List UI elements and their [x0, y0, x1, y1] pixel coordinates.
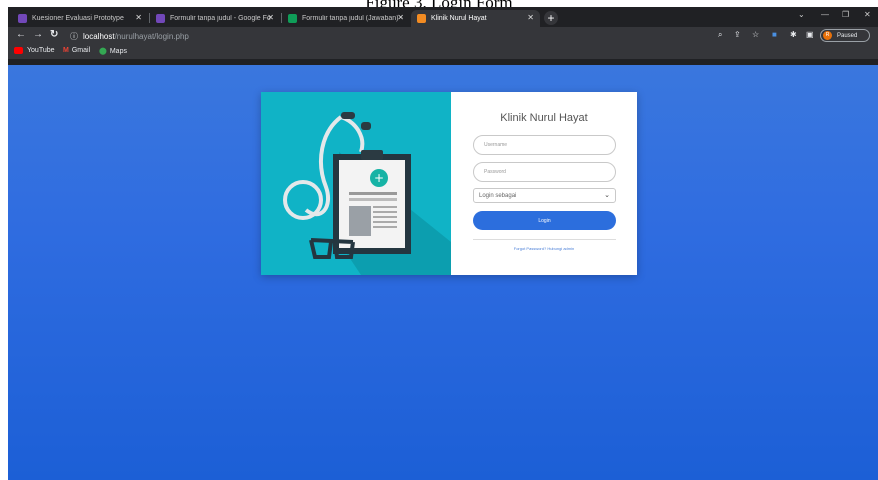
login-card: + Klinik Nurul Hayat Username Password L… — [261, 92, 637, 275]
tab-google-forms[interactable]: Formulir tanpa judul - Google Fo ✕ — [150, 10, 280, 27]
maps-icon: ⬤ — [99, 48, 107, 55]
reload-icon[interactable]: ↻ — [50, 29, 58, 40]
forms-icon — [156, 14, 165, 23]
restore-icon[interactable]: ❐ — [842, 10, 849, 19]
youtube-icon — [14, 47, 23, 54]
tab-title: Formulir tanpa judul - Google Fo — [170, 15, 271, 22]
role-select-value: Login sebagai — [479, 192, 517, 199]
toolbar: ← → ↻ ⓘ localhost/nurulhayat/login.php ⌕… — [8, 27, 878, 45]
tab-bar: Kuesioner Evaluasi Prototype ✕ Formulir … — [8, 7, 878, 27]
clipboard-stethoscope-icon: + — [283, 112, 451, 275]
tab-klinik-active[interactable]: Klinik Nurul Hayat ✕ — [411, 10, 540, 27]
clinic-title: Klinik Nurul Hayat — [500, 112, 588, 124]
bookmark-label: YouTube — [27, 47, 55, 54]
site-icon — [417, 14, 426, 23]
bookmark-label: Maps — [109, 47, 127, 55]
share-icon[interactable]: ⇪ — [734, 30, 741, 39]
extensions-puzzle-icon[interactable]: ✱ — [790, 30, 797, 39]
address-bar[interactable]: ⓘ localhost/nurulhayat/login.php — [70, 29, 189, 43]
profile-status: Paused — [837, 32, 858, 39]
forward-icon[interactable]: → — [33, 29, 43, 40]
forms-icon — [18, 14, 27, 23]
close-icon[interactable]: ✕ — [135, 13, 142, 22]
tab-kuesioner[interactable]: Kuesioner Evaluasi Prototype ✕ — [12, 10, 148, 27]
tab-title: Formulir tanpa judul (Jawaban) - — [302, 15, 403, 22]
divider — [473, 239, 616, 240]
svg-text:+: + — [374, 171, 384, 185]
page-content: + Klinik Nurul Hayat Username Password L… — [8, 65, 878, 480]
extension-icon[interactable]: ■ — [772, 30, 777, 39]
side-panel-icon[interactable]: ▣ — [806, 30, 814, 39]
close-window-icon[interactable]: ✕ — [864, 10, 871, 19]
avatar: R — [823, 31, 832, 40]
profile-button[interactable]: R Paused — [820, 29, 870, 42]
tab-jawaban[interactable]: Formulir tanpa judul (Jawaban) - ✕ — [282, 10, 410, 27]
bookmark-star-icon[interactable]: ☆ — [752, 30, 759, 39]
url-path: /nurulhayat/login.php — [114, 31, 189, 41]
forgot-password-link[interactable]: Forgot Password? Hubungi admin — [451, 246, 637, 251]
bookmark-label: Gmail — [71, 47, 91, 54]
url-host: localhost — [83, 31, 115, 41]
minimize-icon[interactable]: — — [821, 10, 829, 19]
bookmark-maps[interactable]: ⬤ Maps — [99, 47, 127, 56]
chevron-down-icon: ⌄ — [604, 192, 610, 199]
close-icon[interactable]: ✕ — [527, 13, 534, 22]
back-icon[interactable]: ← — [16, 29, 26, 40]
username-input[interactable]: Username — [473, 135, 616, 155]
bookmark-gmail[interactable]: M Gmail — [63, 47, 90, 54]
bookmarks-bar: YouTube M Gmail ⬤ Maps — [8, 45, 878, 60]
medical-illustration: + — [261, 92, 451, 275]
zoom-icon[interactable]: ⌕ — [718, 30, 722, 40]
login-button[interactable]: Login — [473, 211, 616, 230]
close-icon[interactable]: ✕ — [397, 13, 404, 22]
sheets-icon — [288, 14, 297, 23]
tab-title: Kuesioner Evaluasi Prototype — [32, 15, 124, 22]
role-select[interactable]: Login sebagai ⌄ — [473, 188, 616, 203]
close-icon[interactable]: ✕ — [267, 13, 274, 22]
password-input[interactable]: Password — [473, 162, 616, 182]
browser-window: Kuesioner Evaluasi Prototype ✕ Formulir … — [8, 7, 878, 480]
info-icon: ⓘ — [70, 31, 78, 41]
bookmark-youtube[interactable]: YouTube — [14, 47, 55, 54]
tab-title: Klinik Nurul Hayat — [431, 15, 487, 22]
new-tab-button[interactable]: + — [544, 11, 558, 25]
login-form: Klinik Nurul Hayat Username Password Log… — [451, 92, 637, 275]
tab-search-icon[interactable]: ⌄ — [798, 10, 805, 19]
gmail-icon: M — [63, 47, 69, 54]
